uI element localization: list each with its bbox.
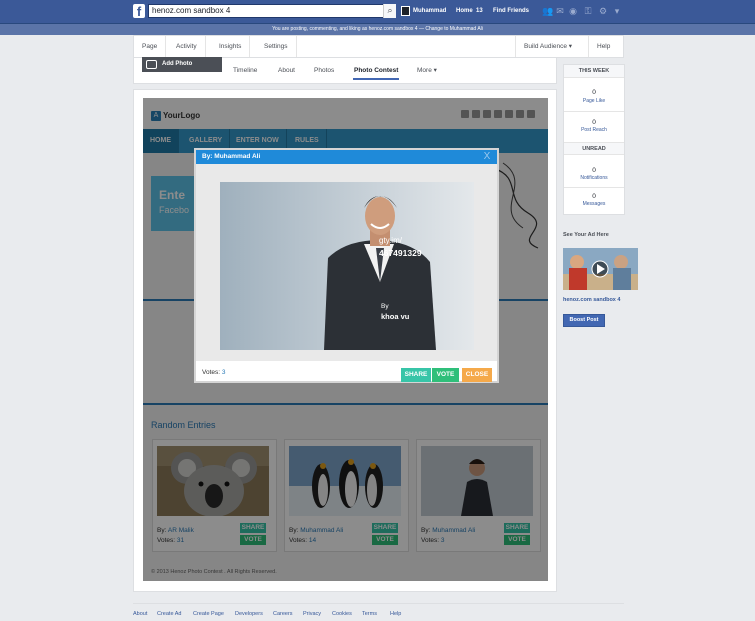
tab-page[interactable]: Page bbox=[134, 36, 167, 57]
search-input[interactable]: henoz.com sandbox 4 bbox=[148, 4, 396, 18]
divider bbox=[564, 187, 624, 188]
boost-post-button[interactable]: Boost Post bbox=[563, 314, 605, 327]
notifications-icon[interactable]: ◉ bbox=[568, 6, 578, 16]
home-link[interactable]: Home 13 bbox=[456, 6, 483, 16]
footer-link-help[interactable]: Help bbox=[390, 610, 401, 618]
home-label: Home bbox=[456, 8, 473, 14]
page-likes-link[interactable]: Page Like bbox=[564, 98, 624, 105]
watermark-author: khoa vu bbox=[381, 312, 410, 321]
post-reach-link[interactable]: Post Reach bbox=[564, 127, 624, 134]
close-icon[interactable]: X bbox=[481, 150, 493, 164]
search-icon[interactable]: ⌕ bbox=[383, 4, 396, 18]
modal-vote-count: 3 bbox=[221, 369, 226, 376]
tab-photos[interactable]: Photos bbox=[313, 64, 335, 78]
vote-button[interactable]: VOTE bbox=[432, 368, 459, 382]
watermark-id: 467491329 bbox=[379, 248, 422, 258]
page-admin-bar: Page Activity Insights Settings Build Au… bbox=[133, 35, 624, 71]
acting-as-banner[interactable]: You are posting, commenting, and liking … bbox=[0, 24, 755, 35]
profile-link[interactable]: Muhammad bbox=[413, 6, 446, 16]
tab-insights[interactable]: Insights bbox=[211, 36, 251, 57]
modal-body: gty.im/ 467491329 By khoa vu bbox=[196, 164, 497, 361]
divider bbox=[564, 111, 624, 112]
home-count: 13 bbox=[476, 8, 483, 14]
ad-video-thumbnail[interactable] bbox=[563, 248, 638, 290]
this-week-heading: THIS WEEK bbox=[564, 65, 624, 78]
modal-votes: Votes: 3 bbox=[202, 369, 226, 376]
footer-link-create-ad[interactable]: Create Ad bbox=[157, 610, 181, 618]
footer-link-create-page[interactable]: Create Page bbox=[193, 610, 224, 618]
ad-preview-title: See Your Ad Here bbox=[563, 232, 609, 238]
messages-count: 0 bbox=[592, 193, 596, 200]
watermark-url: gty.im/ bbox=[379, 236, 402, 245]
tab-about[interactable]: About bbox=[277, 64, 296, 78]
footer-link-developers[interactable]: Developers bbox=[235, 610, 263, 618]
privacy-icon[interactable]: ⚿ bbox=[583, 6, 593, 16]
settings-icon[interactable]: ⚙ bbox=[598, 6, 608, 16]
footer-link-terms[interactable]: Terms bbox=[362, 610, 377, 618]
help-menu[interactable]: Help ▾ bbox=[588, 36, 623, 71]
footer-divider bbox=[133, 603, 624, 604]
modal-header: By: Muhammad Ali bbox=[196, 150, 497, 164]
tab-settings[interactable]: Settings bbox=[256, 36, 297, 57]
tab-photo-contest[interactable]: Photo Contest bbox=[353, 64, 400, 80]
watermark-by: By bbox=[381, 303, 389, 310]
messages-icon[interactable]: ✉ bbox=[555, 6, 565, 16]
ad-page-name[interactable]: henoz.com sandbox 4 bbox=[563, 296, 620, 304]
page-likes-count: 0 bbox=[592, 89, 596, 96]
tab-more[interactable]: More ▾ bbox=[416, 64, 438, 78]
facebook-logo-icon[interactable]: f bbox=[133, 4, 145, 18]
footer-link-careers[interactable]: Careers bbox=[273, 610, 293, 618]
footer-link-cookies[interactable]: Cookies bbox=[332, 610, 352, 618]
unread-heading: UNREAD bbox=[564, 142, 624, 155]
tab-activity[interactable]: Activity bbox=[168, 36, 206, 57]
footer-link-privacy[interactable]: Privacy bbox=[303, 610, 321, 618]
notifications-count: 0 bbox=[592, 167, 596, 174]
chevron-down-icon[interactable]: ▾ bbox=[612, 6, 622, 16]
camera-icon bbox=[146, 60, 157, 69]
find-friends-link[interactable]: Find Friends bbox=[493, 6, 529, 16]
footer-link-about[interactable]: About bbox=[133, 610, 147, 618]
share-button[interactable]: SHARE bbox=[401, 368, 431, 382]
close-button[interactable]: CLOSE bbox=[462, 368, 492, 382]
friend-requests-icon[interactable]: 👥 bbox=[542, 6, 553, 16]
post-reach-count: 0 bbox=[592, 119, 596, 126]
notifications-link[interactable]: Notifications bbox=[564, 175, 624, 182]
entry-photo-large: gty.im/ 467491329 By khoa vu bbox=[220, 182, 474, 350]
tab-timeline[interactable]: Timeline bbox=[232, 64, 258, 78]
entry-modal: By: Muhammad Ali X gty.im/ 467491329 By … bbox=[194, 148, 499, 383]
messages-link[interactable]: Messages bbox=[564, 201, 624, 208]
build-audience-menu[interactable]: Build Audience ▾ bbox=[515, 36, 580, 57]
page-stats-panel: THIS WEEK 0 Page Like 0 Post Reach UNREA… bbox=[563, 64, 625, 215]
avatar[interactable] bbox=[401, 6, 410, 16]
